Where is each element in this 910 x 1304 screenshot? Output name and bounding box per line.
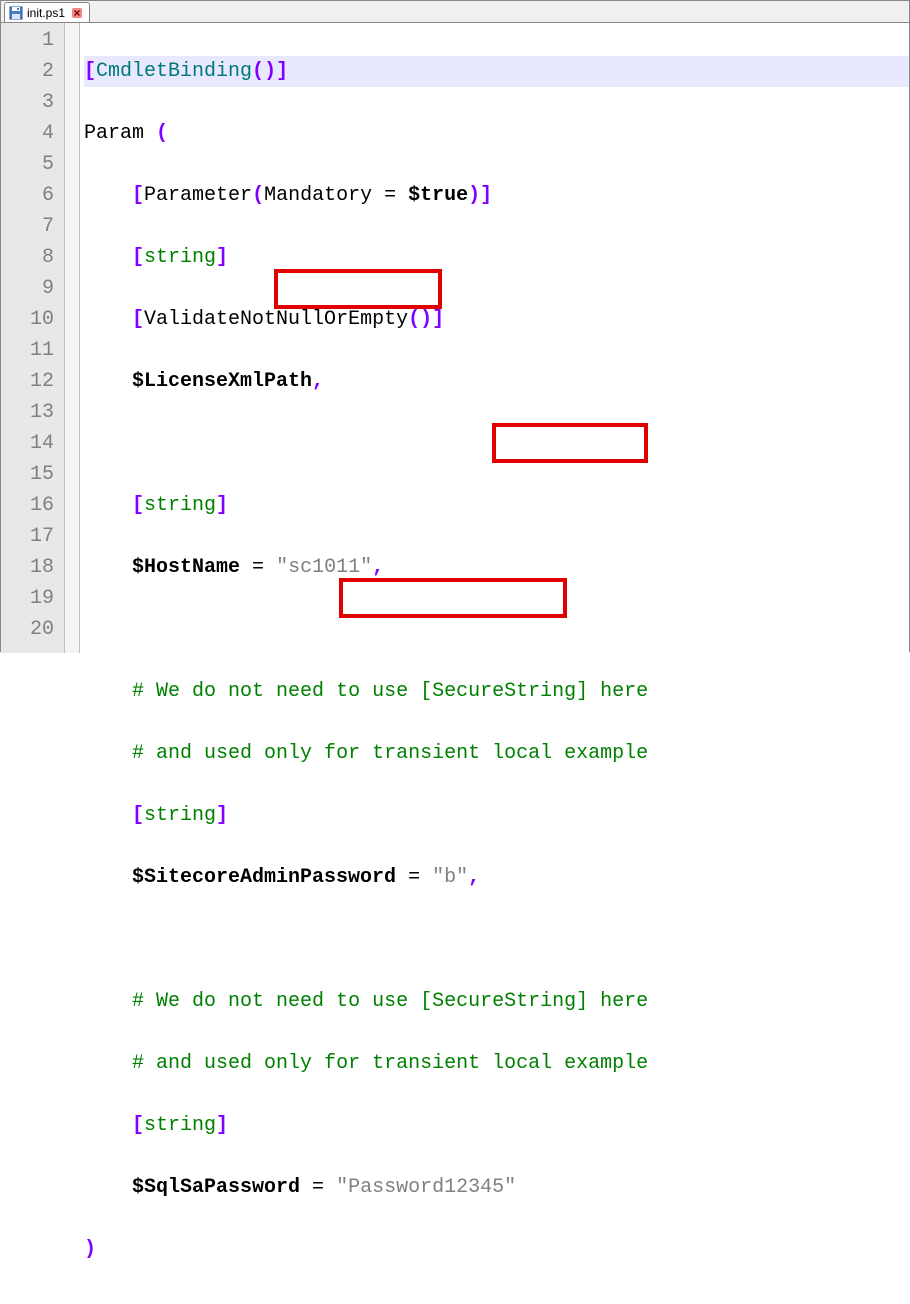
line-number: 13 — [1, 397, 54, 428]
code-line[interactable]: [ValidateNotNullOrEmpty()] — [84, 304, 909, 335]
code-area[interactable]: [CmdletBinding()] Param ( [Parameter(Man… — [80, 23, 909, 653]
line-number: 19 — [1, 583, 54, 614]
line-number: 12 — [1, 366, 54, 397]
tab-filename: init.ps1 — [27, 6, 65, 20]
line-number: 3 — [1, 87, 54, 118]
highlight-box — [274, 269, 442, 309]
code-line[interactable]: $SitecoreAdminPassword = "b", — [84, 862, 909, 893]
code-line[interactable]: # We do not need to use [SecureString] h… — [84, 676, 909, 707]
code-line[interactable]: # and used only for transient local exam… — [84, 1048, 909, 1079]
line-number-gutter: 1 2 3 4 5 6 7 8 9 10 11 12 13 14 15 16 1… — [1, 23, 65, 653]
highlight-box — [339, 578, 567, 618]
line-number: 20 — [1, 614, 54, 645]
tab-bar: init.ps1 — [1, 1, 909, 23]
code-line[interactable]: ) — [84, 1234, 909, 1265]
code-line[interactable]: $HostName = "sc1011", — [84, 552, 909, 583]
line-number: 5 — [1, 149, 54, 180]
code-line[interactable]: # and used only for transient local exam… — [84, 738, 909, 769]
code-line[interactable]: # We do not need to use [SecureString] h… — [84, 986, 909, 1017]
code-line[interactable] — [84, 428, 909, 459]
code-line[interactable]: [string] — [84, 242, 909, 273]
code-line[interactable]: [string] — [84, 1110, 909, 1141]
code-line[interactable]: [Parameter(Mandatory = $true)] — [84, 180, 909, 211]
line-number: 7 — [1, 211, 54, 242]
line-number: 1 — [1, 25, 54, 56]
line-number: 14 — [1, 428, 54, 459]
code-line[interactable] — [84, 614, 909, 645]
line-number: 18 — [1, 552, 54, 583]
code-line[interactable]: $LicenseXmlPath, — [84, 366, 909, 397]
line-number: 4 — [1, 118, 54, 149]
code-line[interactable]: Param ( — [84, 118, 909, 149]
code-editor[interactable]: 1 2 3 4 5 6 7 8 9 10 11 12 13 14 15 16 1… — [1, 23, 909, 653]
code-line[interactable]: [string] — [84, 490, 909, 521]
line-number: 11 — [1, 335, 54, 366]
close-icon[interactable] — [71, 7, 83, 19]
line-number: 2 — [1, 56, 54, 87]
line-number: 8 — [1, 242, 54, 273]
line-number: 16 — [1, 490, 54, 521]
line-number: 10 — [1, 304, 54, 335]
code-line[interactable]: [string] — [84, 800, 909, 831]
line-number: 17 — [1, 521, 54, 552]
code-line[interactable]: $SqlSaPassword = "Password12345" — [84, 1172, 909, 1203]
code-line[interactable]: [CmdletBinding()] — [84, 56, 909, 87]
line-number: 6 — [1, 180, 54, 211]
code-line[interactable] — [84, 924, 909, 955]
file-tab[interactable]: init.ps1 — [4, 2, 90, 22]
line-number: 9 — [1, 273, 54, 304]
line-number: 15 — [1, 459, 54, 490]
fold-margin — [65, 23, 80, 653]
save-disk-icon — [9, 6, 23, 20]
